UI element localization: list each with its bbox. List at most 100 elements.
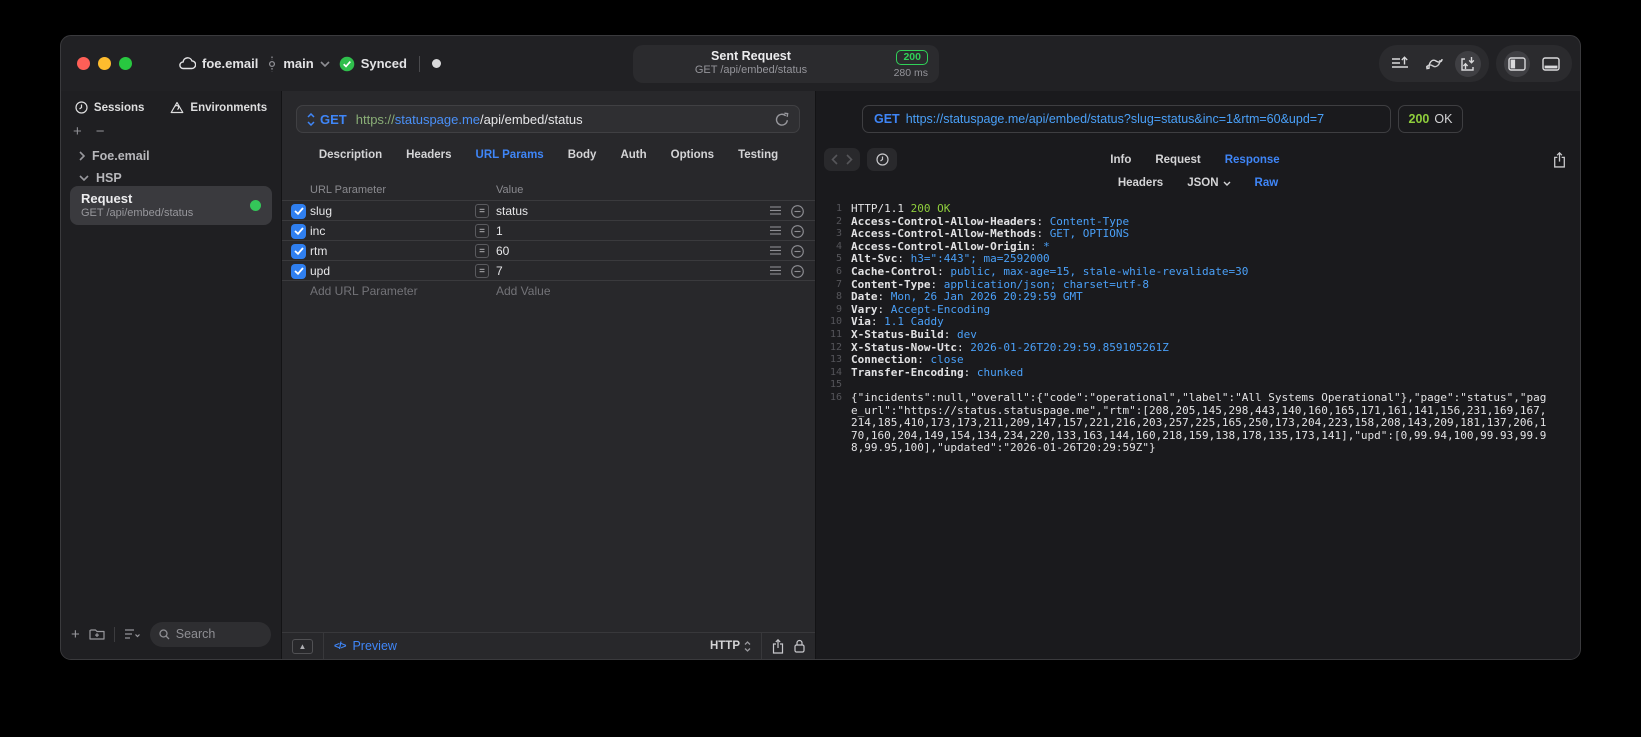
sync-status[interactable]: Synced [339, 56, 407, 72]
tab-request[interactable]: Request [1155, 154, 1200, 166]
environments-icon [170, 101, 184, 114]
add-session-button[interactable]: + [73, 124, 82, 139]
share-request-button[interactable] [772, 638, 784, 654]
param-enabled-checkbox[interactable] [291, 263, 306, 279]
new-folder-button[interactable] [89, 627, 105, 641]
share-response-button[interactable] [1553, 151, 1566, 168]
param-value-input[interactable]: 60 [496, 244, 509, 258]
sync-branches-button[interactable] [1421, 51, 1447, 77]
param-name-input[interactable]: upd [310, 264, 330, 278]
branch-selector[interactable]: main [267, 56, 330, 72]
tab-description[interactable]: Description [319, 149, 382, 161]
param-value-input[interactable]: status [496, 204, 528, 218]
add-request-button[interactable]: + [71, 627, 80, 642]
subtab-json[interactable]: JSON [1187, 177, 1231, 189]
footer-divider [323, 632, 324, 659]
import-request-button[interactable] [1455, 50, 1481, 77]
remove-param-button[interactable] [791, 205, 804, 218]
search-input[interactable]: Search [149, 621, 271, 647]
param-options-button[interactable] [770, 206, 781, 215]
param-name-input[interactable]: inc [310, 224, 325, 238]
tab-auth[interactable]: Auth [620, 149, 646, 161]
response-nav-bar: Info Request Response [824, 148, 1566, 171]
request-list-item-selected[interactable]: Request GET /api/embed/status [70, 186, 272, 225]
request-editor-tabs: Description Headers URL Params Body Auth… [282, 149, 815, 161]
search-icon [159, 628, 170, 640]
response-viewer-pane: GET https://statuspage.me/api/embed/stat… [816, 91, 1580, 659]
sort-filter-button[interactable] [124, 628, 141, 640]
param-options-button[interactable] [770, 266, 781, 275]
param-value-input[interactable]: 1 [496, 224, 503, 238]
zoom-window-button[interactable] [119, 57, 132, 70]
sent-request-subtitle: GET /api/embed/status [694, 64, 808, 76]
request-success-dot [250, 200, 261, 211]
tree-item-hsp[interactable]: HSP [79, 171, 122, 185]
remove-param-button[interactable] [791, 265, 804, 278]
tab-body[interactable]: Body [568, 149, 597, 161]
column-header-value: Value [496, 184, 524, 196]
resend-request-button[interactable] [775, 112, 789, 127]
param-options-button[interactable] [770, 246, 781, 255]
check-circle-icon [339, 56, 355, 72]
add-param-name-input[interactable]: Add URL Parameter [310, 284, 418, 298]
sent-request-pill[interactable]: Sent Request GET /api/embed/status 200 2… [633, 45, 939, 83]
response-url-box[interactable]: GET https://statuspage.me/api/embed/stat… [862, 105, 1391, 133]
request-editor-pane: GET https://statuspage.me/api/embed/stat… [282, 91, 816, 659]
subtab-raw[interactable]: Raw [1255, 177, 1279, 189]
response-url: https://statuspage.me/api/embed/status?s… [905, 112, 1325, 126]
remove-param-button[interactable] [791, 225, 804, 238]
params-table-header: URL Parameter Value [282, 181, 815, 200]
remove-session-button[interactable]: − [96, 124, 105, 139]
request-url-bar[interactable]: GET https://statuspage.me/api/embed/stat… [296, 105, 800, 133]
sent-request-title: Sent Request [711, 49, 791, 63]
add-param-value-input[interactable]: Add Value [496, 284, 551, 298]
toggle-sidebar-button[interactable] [1504, 50, 1530, 77]
url-params-table: URL Parameter Value slug = status inc = … [282, 181, 815, 300]
remove-param-button[interactable] [791, 245, 804, 258]
tab-options[interactable]: Options [671, 149, 714, 161]
cloud-icon [179, 57, 196, 70]
tab-sessions[interactable]: Sessions [75, 101, 144, 114]
param-name-input[interactable]: rtm [310, 244, 327, 258]
sync-label: Synced [360, 56, 407, 71]
param-enabled-checkbox[interactable] [291, 223, 306, 239]
param-row-upd: upd = 7 [282, 260, 815, 280]
export-list-button[interactable] [1387, 51, 1413, 77]
protocol-selector[interactable]: HTTP [710, 640, 751, 652]
merge-arrows-icon [1425, 56, 1444, 72]
tree-item-label: HSP [96, 171, 122, 185]
close-window-button[interactable] [77, 57, 90, 70]
response-subtabs: Headers JSON Raw [816, 177, 1580, 189]
list-export-icon [1391, 56, 1409, 71]
clock-icon [75, 101, 88, 114]
project-menu[interactable]: foe.email [179, 56, 258, 71]
column-header-name: URL Parameter [310, 184, 387, 196]
param-enabled-checkbox[interactable] [291, 203, 306, 219]
request-item-subtitle: GET /api/embed/status [81, 207, 194, 219]
toggle-bottom-panel-button[interactable] [1538, 51, 1564, 77]
tab-headers[interactable]: Headers [406, 149, 451, 161]
param-enabled-checkbox[interactable] [291, 243, 306, 259]
tree-item-foe-email[interactable]: Foe.email [79, 149, 150, 163]
subtab-headers[interactable]: Headers [1118, 177, 1163, 189]
expand-console-button[interactable]: ▲ [292, 638, 313, 654]
param-value-input[interactable]: 7 [496, 264, 503, 278]
preview-button[interactable]: </> Preview [334, 639, 397, 653]
lock-icon [794, 639, 805, 653]
lock-button[interactable] [794, 639, 805, 653]
tab-url-params[interactable]: URL Params [476, 149, 544, 161]
response-code[interactable]: 1 HTTP/1.1 200 OK 2 Access-Control-Allow-He… [824, 203, 1574, 655]
tab-response[interactable]: Response [1225, 154, 1280, 166]
param-options-button[interactable] [770, 226, 781, 235]
equals-icon: = [475, 224, 489, 238]
tab-testing[interactable]: Testing [738, 149, 778, 161]
tab-info[interactable]: Info [1110, 154, 1131, 166]
tab-environments[interactable]: Environments [170, 101, 267, 114]
param-name-input[interactable]: slug [310, 204, 332, 218]
share-icon [772, 638, 784, 654]
minimize-window-button[interactable] [98, 57, 111, 70]
refresh-icon [775, 112, 789, 126]
method-selector-icon[interactable] [307, 112, 315, 126]
tab-environments-label: Environments [190, 101, 268, 114]
chevron-down-icon [1223, 181, 1231, 186]
